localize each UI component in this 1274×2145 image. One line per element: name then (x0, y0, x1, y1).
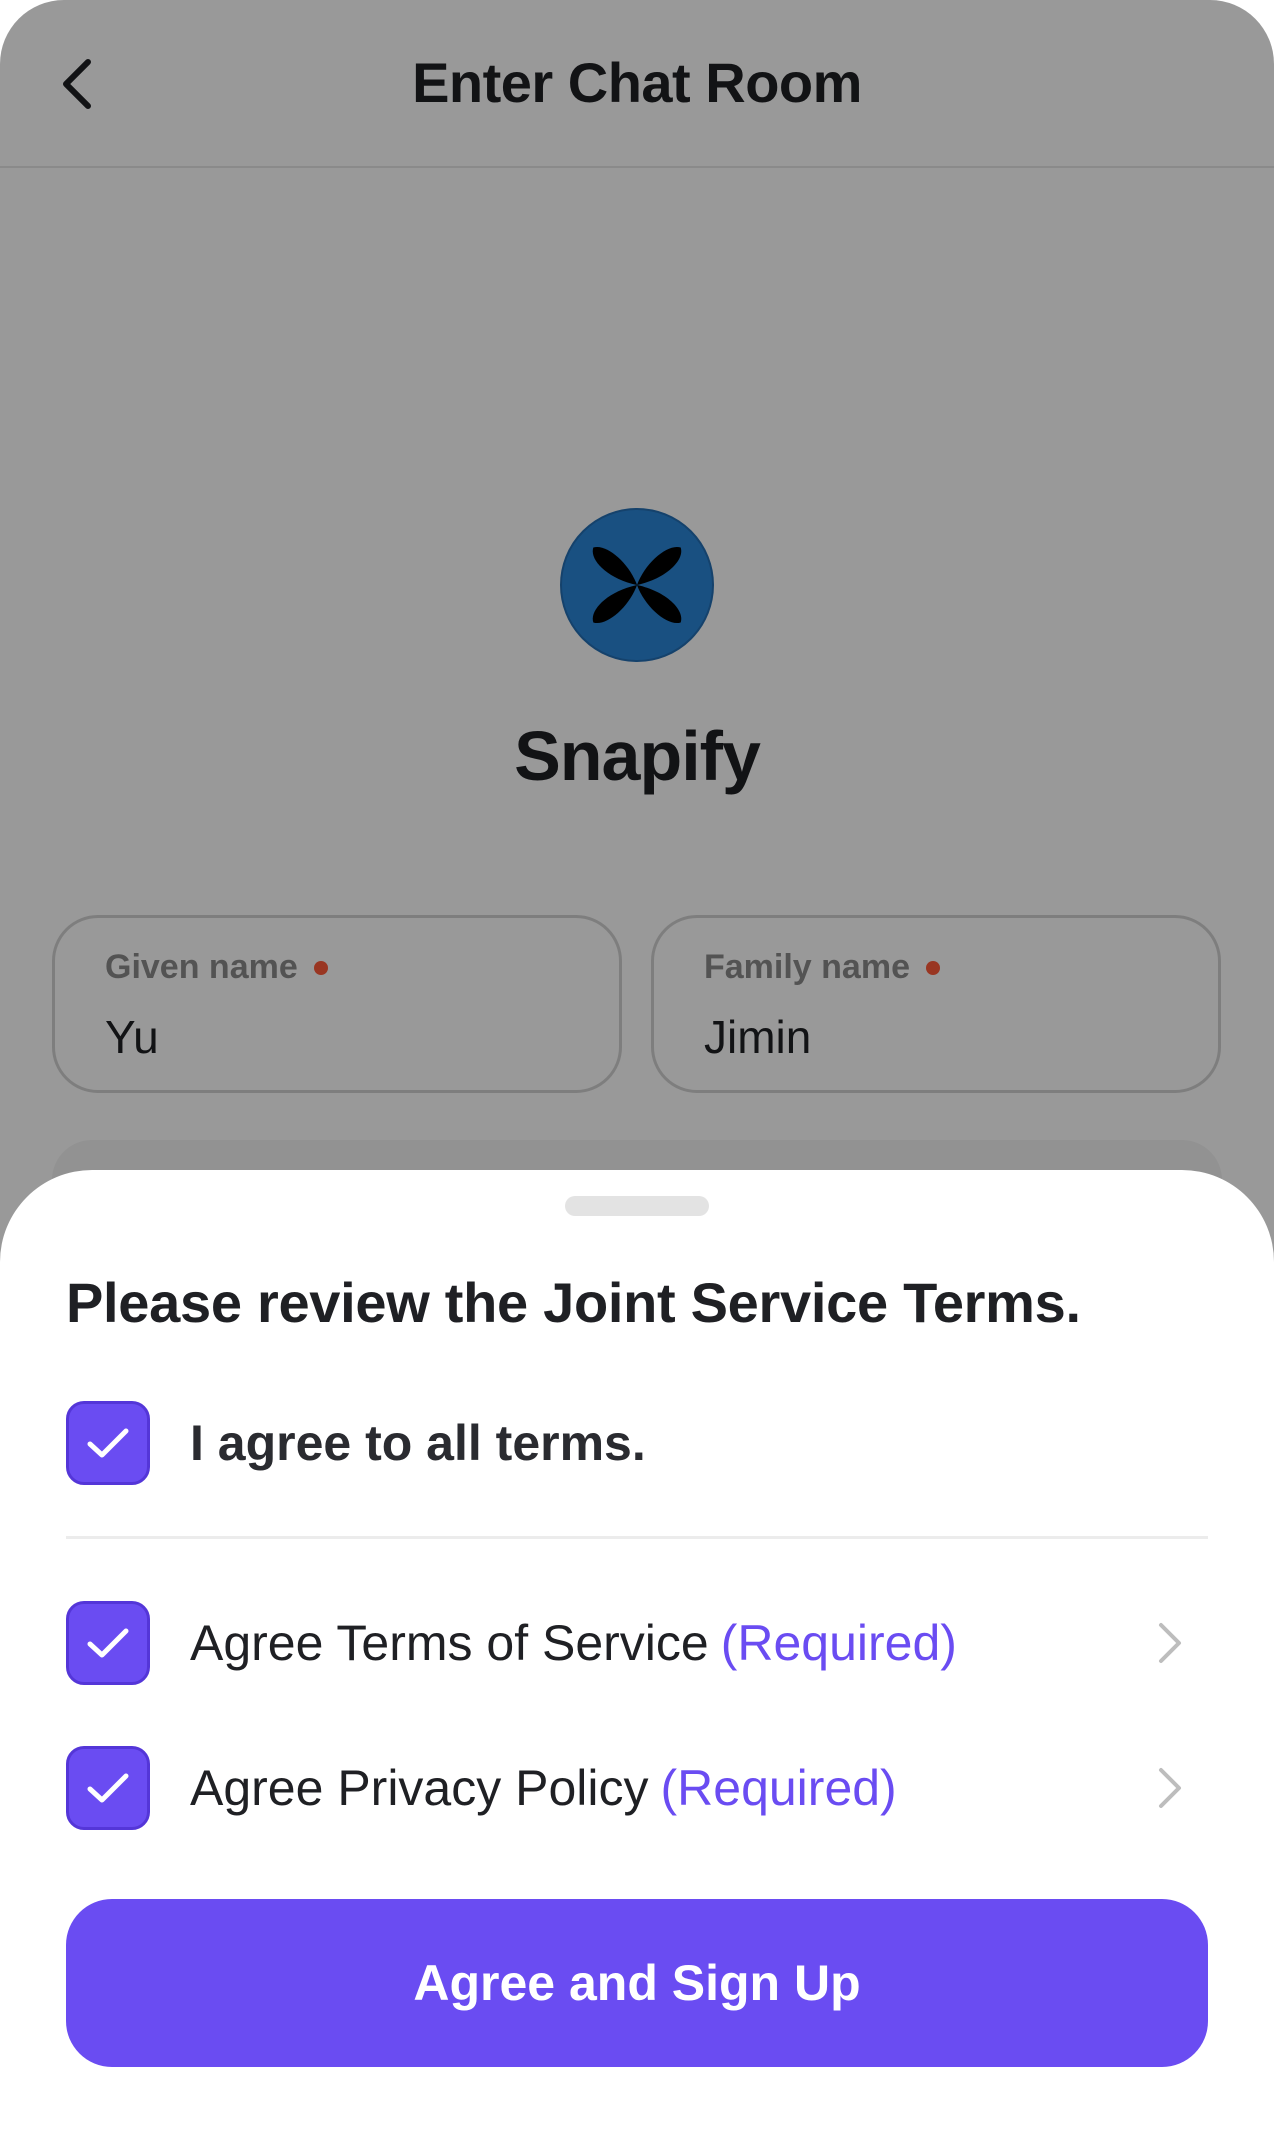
check-icon (87, 1428, 129, 1458)
sheet-title: Please review the Joint Service Terms. (66, 1271, 1081, 1334)
agree-all-row[interactable]: I agree to all terms. (66, 1400, 1208, 1486)
check-icon (87, 1773, 129, 1803)
privacy-policy-checkbox[interactable] (66, 1746, 150, 1830)
privacy-policy-open-button[interactable] (1148, 1766, 1192, 1810)
privacy-policy-label: Agree Privacy Policy (190, 1760, 649, 1816)
chevron-right-icon (1159, 1768, 1181, 1808)
terms-of-service-row[interactable]: Agree Terms of Service (Required) (66, 1600, 1208, 1686)
divider (66, 1536, 1208, 1539)
terms-of-service-label: Agree Terms of Service (190, 1615, 709, 1671)
agree-and-sign-up-button[interactable]: Agree and Sign Up (66, 1899, 1208, 2067)
privacy-policy-row[interactable]: Agree Privacy Policy (Required) (66, 1745, 1208, 1831)
sheet-drag-handle[interactable] (565, 1196, 709, 1216)
required-tag: (Required) (720, 1615, 957, 1671)
terms-of-service-checkbox[interactable] (66, 1601, 150, 1685)
check-icon (87, 1628, 129, 1658)
agree-all-label: I agree to all terms. (190, 1415, 646, 1471)
terms-bottom-sheet: Please review the Joint Service Terms. I… (0, 1170, 1274, 2145)
terms-of-service-open-button[interactable] (1148, 1621, 1192, 1665)
agree-all-checkbox[interactable] (66, 1401, 150, 1485)
screen: Enter Chat Room Snapify Given name Yu Fa… (0, 0, 1274, 2145)
required-tag: (Required) (660, 1760, 897, 1816)
chevron-right-icon (1159, 1623, 1181, 1663)
